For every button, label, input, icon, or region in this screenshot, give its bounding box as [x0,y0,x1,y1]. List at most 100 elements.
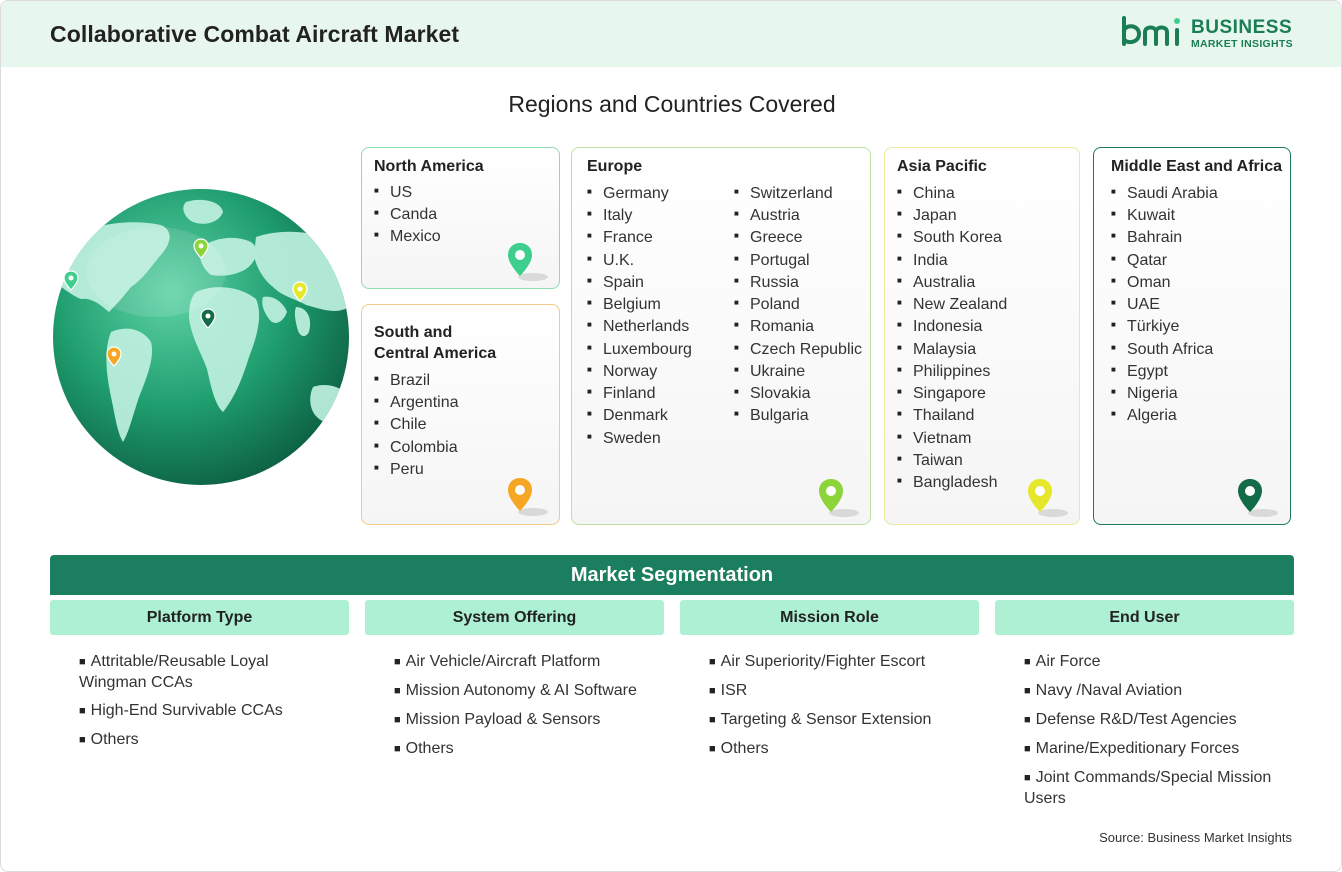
list-item: Nigeria [1111,383,1218,405]
list-item: New Zealand [897,294,1007,316]
list-item: Others [709,739,989,760]
list-item: Spain [587,272,692,294]
map-pin-icon [508,478,548,516]
segment-heading: End User [995,600,1294,635]
list-item: Air Force [1024,652,1299,673]
list-item: Belgium [587,294,692,316]
list-item: Japan [897,205,1007,227]
list-item: Norway [587,361,692,383]
list-item: Poland [734,294,862,316]
list-item: South Korea [897,227,1007,249]
segment-list: Air Force Navy /Naval Aviation Defense R… [1024,652,1299,817]
segment-list: Air Vehicle/Aircraft Platform Mission Au… [394,652,674,768]
segmentation-title: Market Segmentation [50,555,1294,595]
list-item: Air Vehicle/Aircraft Platform [394,652,674,673]
list-item: Canda [374,204,441,226]
list-item: Ukraine [734,361,862,383]
list-item: Targeting & Sensor Extension [709,710,989,731]
list-item: Navy /Naval Aviation [1024,681,1299,702]
region-title: Middle East and Africa [1111,158,1282,175]
header-bar: Collaborative Combat Aircraft Market BUS… [1,1,1341,67]
list-item: U.K. [587,250,692,272]
segment-heading: Platform Type [50,600,349,635]
list-item: Defense R&D/Test Agencies [1024,710,1299,731]
list-item: Czech Republic [734,339,862,361]
list-item: Türkiye [1111,316,1218,338]
list-item: Mission Payload & Sensors [394,710,674,731]
list-item: Switzerland [734,183,862,205]
list-item: UAE [1111,294,1218,316]
list-item: Bangladesh [897,472,1007,494]
list-item: Romania [734,316,862,338]
list-item: Slovakia [734,383,862,405]
list-item: Brazil [374,370,459,392]
region-title: South and Central America [374,322,496,364]
list-item: Indonesia [897,316,1007,338]
logo-text-business: BUSINESS [1191,17,1293,38]
list-item: China [897,183,1007,205]
list-item: Australia [897,272,1007,294]
list-item: Marine/Expeditionary Forces [1024,739,1299,760]
list-item: Taiwan [897,450,1007,472]
list-item: Saudi Arabia [1111,183,1218,205]
list-item: Bulgaria [734,405,862,427]
region-card-south-central-america: South and Central America Brazil Argenti… [361,304,560,525]
region-title-line: South and [374,324,453,341]
list-item: Mission Autonomy & AI Software [394,681,674,702]
list-item: Others [394,739,674,760]
list-item: Chile [374,414,459,436]
region-card-north-america: North America US Canda Mexico [361,147,560,289]
region-title: North America [374,158,484,175]
source-note: Source: Business Market Insights [1099,830,1292,845]
brand-logo: BUSINESS MARKET INSIGHTS [1121,16,1301,52]
map-pin-icon [1028,479,1068,517]
list-item: Finland [587,383,692,405]
list-item: Argentina [374,392,459,414]
list-item: High-End Survivable CCAs [79,701,329,722]
list-item: Peru [374,459,459,481]
region-card-asia-pacific: Asia Pacific China Japan South Korea Ind… [884,147,1080,525]
page-title: Collaborative Combat Aircraft Market [50,21,460,47]
list-item: South Africa [1111,339,1218,361]
list-item: Colombia [374,437,459,459]
map-pin-icon [508,243,548,281]
list-item: Germany [587,183,692,205]
segment-list: Attritable/Reusable Loyal Wingman CCAs H… [79,652,329,759]
region-title: Asia Pacific [897,158,987,175]
region-card-europe: Europe Germany Italy France U.K. Spain B… [571,147,871,525]
list-item: Singapore [897,383,1007,405]
country-list: China Japan South Korea India Australia … [897,183,1007,494]
list-item: Qatar [1111,250,1218,272]
list-item: Vietnam [897,428,1007,450]
infographic: Collaborative Combat Aircraft Market BUS… [0,0,1342,872]
list-item: Russia [734,272,862,294]
list-item: France [587,227,692,249]
map-pin-icon [1238,479,1278,517]
list-item: Luxembourg [587,339,692,361]
segment-heading: Mission Role [680,600,979,635]
map-pin-icon [819,479,859,517]
list-item: Sweden [587,428,692,450]
region-title-line: Central America [374,345,497,362]
list-item: Malaysia [897,339,1007,361]
region-title: Europe [587,158,643,175]
list-item: Algeria [1111,405,1218,427]
country-list: Brazil Argentina Chile Colombia Peru [374,370,459,481]
list-item: India [897,250,1007,272]
list-item: Italy [587,205,692,227]
logo-text-market-insights: MARKET INSIGHTS [1191,38,1293,50]
list-item: Joint Commands/Special Mission Users [1024,768,1299,809]
list-item: Air Superiority/Fighter Escort [709,652,989,673]
list-item: Oman [1111,272,1218,294]
list-item: Portugal [734,250,862,272]
list-item: Kuwait [1111,205,1218,227]
list-item: Denmark [587,405,692,427]
list-item: Others [79,730,329,751]
country-list: Germany Italy France U.K. Spain Belgium … [587,183,692,450]
globe-illustration [53,189,349,485]
list-item: Greece [734,227,862,249]
list-item: Austria [734,205,862,227]
country-list: Saudi Arabia Kuwait Bahrain Qatar Oman U… [1111,183,1218,428]
list-item: Attritable/Reusable Loyal Wingman CCAs [79,652,329,693]
regions-title: Regions and Countries Covered [508,91,836,117]
